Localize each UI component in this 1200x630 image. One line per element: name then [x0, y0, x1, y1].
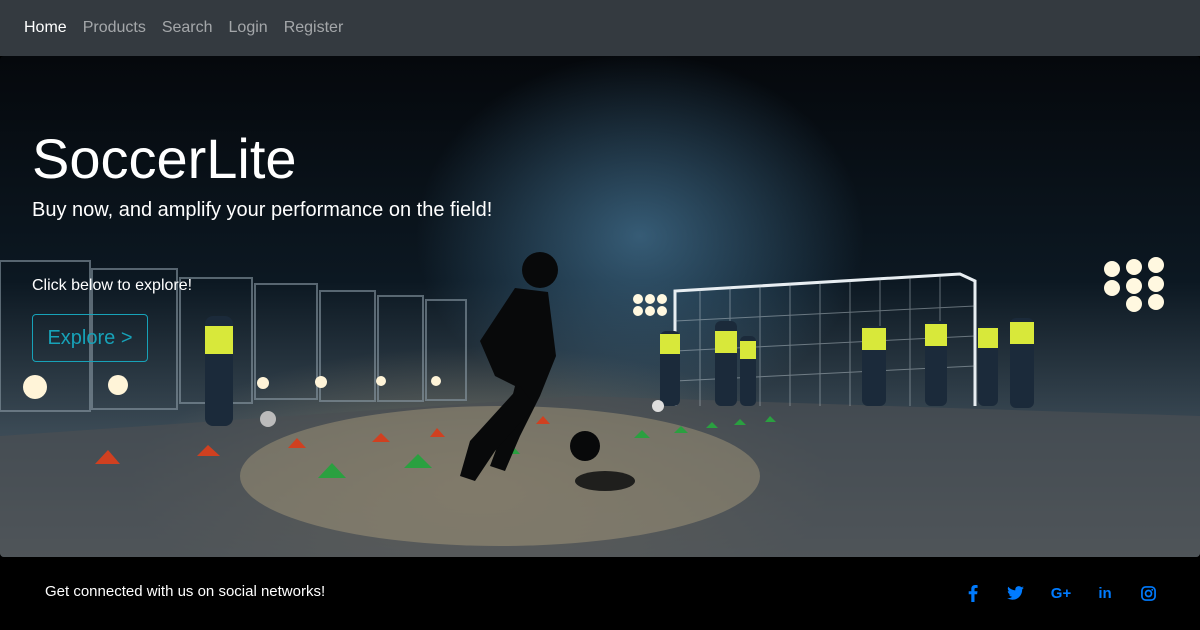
hero-subtitle: Buy now, and amplify your performance on… [32, 199, 493, 221]
nav-login[interactable]: Login [229, 19, 268, 37]
footer: Get connected with us on social networks… [0, 557, 1200, 630]
hero-note: Click below to explore! [32, 277, 193, 294]
nav-search[interactable]: Search [162, 19, 213, 37]
explore-button[interactable]: Explore > [32, 314, 148, 362]
footer-social-text: Get connected with us on social networks… [45, 583, 326, 600]
google-plus-icon[interactable]: G+ [1049, 581, 1073, 605]
instagram-icon[interactable] [1136, 581, 1160, 605]
hero-banner: SoccerLite Buy now, and amplify your per… [0, 56, 1200, 557]
twitter-icon[interactable] [1003, 581, 1027, 605]
hero-title: SoccerLite [32, 127, 297, 190]
facebook-icon[interactable] [961, 581, 985, 605]
nav-register[interactable]: Register [284, 19, 344, 37]
nav-products[interactable]: Products [83, 19, 146, 37]
linkedin-icon[interactable]: in [1093, 581, 1117, 605]
nav-home[interactable]: Home [24, 19, 67, 37]
navbar: Home Products Search Login Register [0, 0, 1200, 56]
